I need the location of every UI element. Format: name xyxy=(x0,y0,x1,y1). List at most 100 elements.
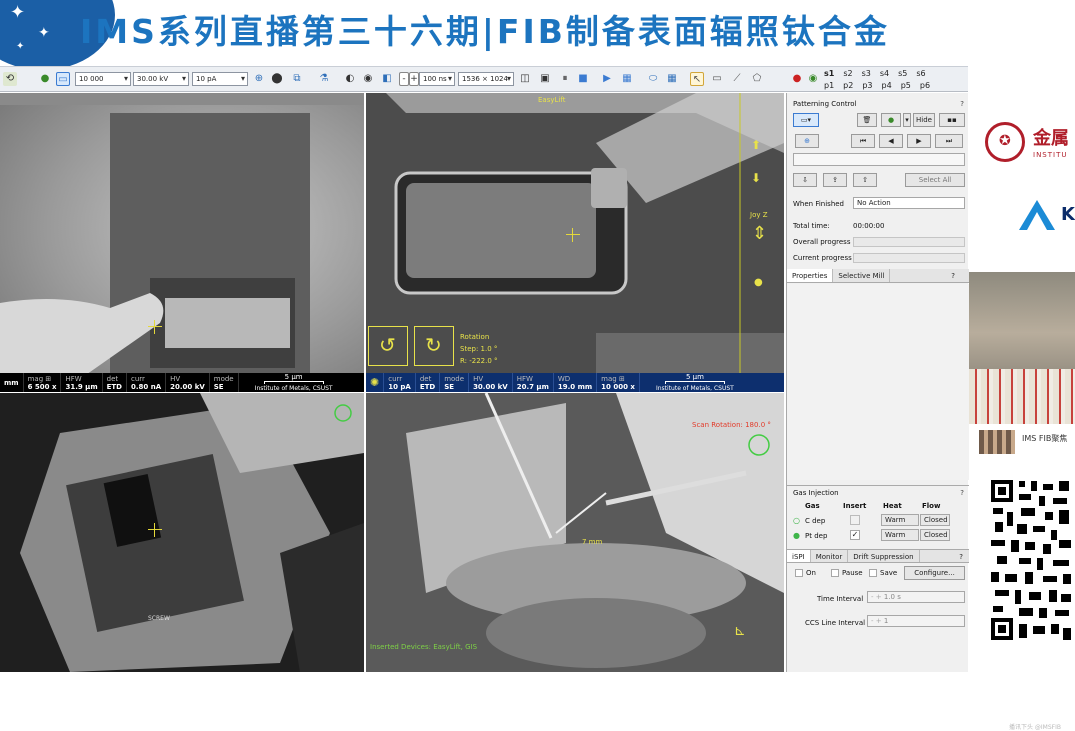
chamber-camera-quad-4[interactable]: Scan Rotation: 180.0 ° 7 mm Inserted Dev… xyxy=(366,393,784,672)
beam-icon[interactable]: ● xyxy=(38,72,52,86)
display-icon[interactable]: ▭ xyxy=(56,72,70,86)
flask-icon[interactable]: ⚗ xyxy=(317,72,331,86)
grid-icon[interactable]: ▦ xyxy=(665,72,679,86)
chamber-camera-quad-3[interactable]: SCREW xyxy=(0,393,364,672)
minus-icon[interactable]: - xyxy=(399,72,409,86)
export-icon[interactable]: ⇪ xyxy=(823,173,847,187)
when-finished-select[interactable]: No Action xyxy=(853,197,965,209)
tab-drift-suppression[interactable]: Drift Suppression xyxy=(848,550,920,562)
next-icon[interactable]: ▶ xyxy=(907,134,931,148)
time-interval-field[interactable]: - + 1.0 s xyxy=(867,591,965,603)
auto-icon[interactable]: ◧ xyxy=(380,72,394,86)
configure-button[interactable]: Configure... xyxy=(904,566,965,580)
tab-monitor[interactable]: Monitor xyxy=(811,550,849,562)
preset-s4[interactable]: s4 xyxy=(880,69,889,78)
stage-icon[interactable]: ⟲ xyxy=(3,72,17,86)
trash-icon[interactable]: 🗑 xyxy=(857,113,877,127)
save-checkbox[interactable] xyxy=(869,569,877,577)
brightness-icon[interactable]: ◉ xyxy=(361,72,375,86)
prev-icon[interactable]: ◀ xyxy=(879,134,903,148)
pause-checkbox[interactable] xyxy=(831,569,839,577)
flow-button[interactable]: Closed xyxy=(920,514,950,526)
preset-p5[interactable]: p5 xyxy=(901,81,911,90)
resolution-select[interactable]: 1536 × 1024 xyxy=(458,72,514,86)
crosshair-icon[interactable]: ⊕ xyxy=(252,72,266,86)
heat-button[interactable]: Warm xyxy=(881,529,919,541)
chevron-down-icon[interactable]: ▾ xyxy=(903,113,911,127)
chevron-down-icon[interactable] xyxy=(175,72,187,86)
flow-button[interactable]: Closed xyxy=(920,529,950,541)
preset-p1[interactable]: p1 xyxy=(824,81,834,90)
zoom-pattern-icon[interactable]: ⊕ xyxy=(795,134,819,148)
lens-icon[interactable]: ⬤ xyxy=(270,72,284,86)
first-icon[interactable]: ⏮ xyxy=(851,134,875,148)
star-icon: ✦ xyxy=(16,41,25,52)
beam-icon: ✺ xyxy=(366,373,385,392)
preset-s1[interactable]: s1 xyxy=(824,69,834,78)
preset-p2[interactable]: p2 xyxy=(843,81,853,90)
plus-icon[interactable]: + xyxy=(409,72,419,86)
play-icon[interactable]: ▶ xyxy=(600,72,614,86)
polygon-tool-icon[interactable]: ⬠ xyxy=(750,72,764,86)
joy-arrows-icon[interactable]: ⇕ xyxy=(752,223,767,244)
hfw-select[interactable]: 10 000 xyxy=(75,72,131,86)
record-icon[interactable]: ▦ xyxy=(620,72,634,86)
rotation-value: R: -222.0 ° xyxy=(460,357,498,365)
arrow-up-icon[interactable]: ⬆ xyxy=(751,138,761,152)
beam-icon[interactable]: ◉ xyxy=(806,72,820,86)
databar: mm mag ⊞ 6 500 x HFW 31.9 μm det ETD curr 0.… xyxy=(0,373,364,392)
tab-selective-mill[interactable]: Selective Mill xyxy=(833,269,891,282)
preset-s5[interactable]: s5 xyxy=(898,69,907,78)
heat-button[interactable]: Warm xyxy=(881,514,919,526)
preset-s3[interactable]: s3 xyxy=(862,69,871,78)
select-pointer-icon[interactable]: ↖ xyxy=(690,72,704,86)
tab-properties[interactable]: Properties xyxy=(787,269,834,282)
ccs-line-interval-field[interactable]: - + 1 xyxy=(867,615,965,627)
layers-icon[interactable]: ⬭ xyxy=(646,72,660,86)
record-dot-icon[interactable]: ● xyxy=(790,72,804,86)
help-icon: ? xyxy=(960,100,964,108)
preset-p6[interactable]: p6 xyxy=(920,81,930,90)
copy-icon[interactable]: ⇧ xyxy=(853,173,877,187)
camera-icon[interactable]: ◫ xyxy=(518,72,532,86)
snapshot-icon[interactable]: ▣ xyxy=(538,72,552,86)
pattern-run-icon[interactable]: ● xyxy=(881,113,901,127)
line-tool-icon[interactable]: ⟋ xyxy=(730,72,744,86)
preset-s6[interactable]: s6 xyxy=(916,69,925,78)
on-checkbox[interactable] xyxy=(795,569,803,577)
current-progress-label: Current progress xyxy=(793,254,852,262)
rotate-ccw-button[interactable]: ↺ xyxy=(368,326,408,366)
insert-checkbox[interactable]: ✓ xyxy=(850,530,860,540)
sem-view-quad-1[interactable]: mm mag ⊞ 6 500 x HFW 31.9 μm det ETD curr 0.… xyxy=(0,93,364,392)
rotate-cw-button[interactable]: ↻ xyxy=(414,326,454,366)
sem-view-quad-2[interactable]: EasyLift ⬆ ⬇ Joy Z ⇕ ● ↺ ↻ Rotation Step… xyxy=(366,93,784,392)
when-finished-label: When Finished xyxy=(793,200,845,208)
pattern-list-select[interactable] xyxy=(793,153,965,166)
help-icon[interactable]: ? xyxy=(959,550,969,562)
databar: ✺ curr 10 pA det ETD mode SE HV 30.00 kV HFW… xyxy=(366,373,784,392)
preset-p3[interactable]: p3 xyxy=(862,81,872,90)
pause-icon[interactable]: ⏸ xyxy=(558,72,572,86)
contrast-icon[interactable]: ◐ xyxy=(343,72,357,86)
insert-checkbox[interactable] xyxy=(850,515,860,525)
arrow-down-icon[interactable]: ⬇ xyxy=(751,171,761,185)
joy-z-label: Joy Z xyxy=(750,211,768,219)
import-icon[interactable]: ⇩ xyxy=(793,173,817,187)
star-icon: ✦ xyxy=(10,2,26,23)
zoom-icon[interactable]: ⧉ xyxy=(290,72,304,86)
select-all-button[interactable]: Select All xyxy=(905,173,965,187)
dwell-select[interactable]: 100 ns xyxy=(419,72,455,86)
pattern-shape-button[interactable]: ▭▾ xyxy=(793,113,819,127)
ispi-tabs: iSPI Monitor Drift Suppression ? xyxy=(787,549,969,563)
hide-button[interactable]: Hide xyxy=(913,113,935,127)
tab-ispi[interactable]: iSPI xyxy=(787,550,811,562)
toggle-icon[interactable]: ▪▪ xyxy=(939,113,965,127)
stop-icon[interactable]: ■ xyxy=(576,72,590,86)
preset-s2[interactable]: s2 xyxy=(843,69,852,78)
current-select[interactable]: 10 pA xyxy=(192,72,248,86)
preset-p4[interactable]: p4 xyxy=(882,81,892,90)
help-icon[interactable]: ? xyxy=(951,269,969,282)
last-icon[interactable]: ⏭ xyxy=(935,134,963,148)
overall-progress-bar xyxy=(853,237,965,247)
rect-tool-icon[interactable]: ▭ xyxy=(710,72,724,86)
